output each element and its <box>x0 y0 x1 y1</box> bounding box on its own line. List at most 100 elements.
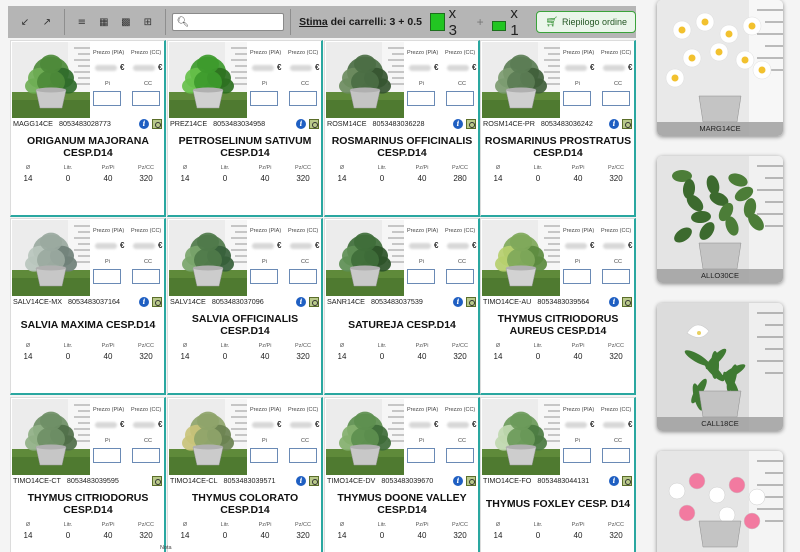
product-card[interactable]: Prezzo (PIA) Prezzo (CC) € € Pi CC TIMO1… <box>480 397 636 552</box>
product-photo[interactable] <box>482 220 560 296</box>
info-icon[interactable]: i <box>609 119 619 129</box>
stock-icon[interactable] <box>309 297 319 307</box>
product-photo[interactable] <box>482 399 560 475</box>
product-name: THYMUS DOONE VALLEY CESP.D14 <box>337 492 467 516</box>
qty-cc-input[interactable] <box>602 448 630 463</box>
list-view-icon[interactable]: ≡ <box>73 13 91 31</box>
qty-pi-input[interactable] <box>563 91 591 106</box>
qty-pi-input[interactable] <box>407 269 435 284</box>
info-icon[interactable]: i <box>453 297 463 307</box>
stock-icon[interactable] <box>622 476 632 486</box>
product-card[interactable]: Prezzo (PIA) Prezzo (CC) € € Pi CC SALV1… <box>10 218 166 395</box>
stima-link[interactable]: Stima <box>299 16 328 28</box>
qty-cc-input[interactable] <box>446 269 474 284</box>
info-icon[interactable]: i <box>296 476 306 486</box>
spec-pzcc-label: Pz/CC <box>295 165 311 171</box>
info-icon[interactable]: i <box>609 297 619 307</box>
product-specs: Ø 14 Litr. 0 Pz/Pi 40 Pz/CC 320 <box>481 522 634 552</box>
spec-litr-value: 0 <box>535 531 541 540</box>
collapse-icon[interactable]: ↙ <box>16 13 34 31</box>
product-photo[interactable] <box>326 42 404 118</box>
product-photo[interactable] <box>12 399 90 475</box>
qty-pi-input[interactable] <box>250 269 278 284</box>
qty-cc-input[interactable] <box>446 448 474 463</box>
product-photo[interactable] <box>169 42 247 118</box>
stock-icon[interactable] <box>466 297 476 307</box>
product-photo[interactable] <box>482 42 560 118</box>
expand-icon[interactable]: ↗ <box>38 13 56 31</box>
product-card[interactable]: Prezzo (PIA) Prezzo (CC) € € Pi CC TIMO1… <box>324 397 480 552</box>
info-icon[interactable]: i <box>139 119 149 129</box>
product-card[interactable]: Prezzo (PIA) Prezzo (CC) € € Pi CC TIMO1… <box>167 397 323 552</box>
product-card[interactable]: Prezzo (PIA) Prezzo (CC) € € Pi CC TIMO1… <box>480 218 636 395</box>
product-name: THYMUS CITRIODORUS AUREUS CESP.D14 <box>497 313 619 337</box>
order-summary-button[interactable]: 🛒︎ Riepilogo ordine <box>536 11 636 33</box>
gallery-thumbnail[interactable]: CALL18CE <box>657 303 783 431</box>
spec-diam-label: Ø <box>495 343 501 349</box>
product-card[interactable]: Prezzo (PIA) Prezzo (CC) € € Pi CC TIMO1… <box>10 397 166 552</box>
qty-pi-input[interactable] <box>250 448 278 463</box>
qty-pi-input[interactable] <box>93 91 121 106</box>
qty-cc-input[interactable] <box>132 448 160 463</box>
qty-pi-input[interactable] <box>93 269 121 284</box>
stock-icon[interactable] <box>152 476 162 486</box>
qty-cc-input[interactable] <box>446 91 474 106</box>
info-icon[interactable]: i <box>296 119 306 129</box>
table-view-icon[interactable]: ⊞ <box>139 13 157 31</box>
grid-view-small-icon[interactable]: ▦ <box>95 13 113 31</box>
product-card[interactable]: Prezzo (PIA) Prezzo (CC) € € Pi CC MAGG1… <box>10 40 166 217</box>
product-photo[interactable] <box>169 220 247 296</box>
info-icon[interactable]: i <box>453 119 463 129</box>
qty-cc-label: CC <box>144 81 152 87</box>
qty-cc-input[interactable] <box>602 91 630 106</box>
product-photo[interactable] <box>12 42 90 118</box>
gallery-thumbnail[interactable]: ALLO30CE <box>657 156 783 283</box>
qty-cc-input[interactable] <box>289 91 317 106</box>
qty-cc-input[interactable] <box>132 269 160 284</box>
product-card[interactable]: Prezzo (PIA) Prezzo (CC) € € Pi CC SALV1… <box>167 218 323 395</box>
stock-icon[interactable] <box>622 119 632 129</box>
info-icon[interactable]: i <box>139 297 149 307</box>
gallery-thumbnail[interactable]: MARG14CE <box>657 0 783 136</box>
product-code: PREZ14CE <box>170 119 208 128</box>
stock-icon[interactable] <box>622 297 632 307</box>
qty-cc-input[interactable] <box>289 448 317 463</box>
spec-pzpi-label: Pz/Pi <box>101 165 115 171</box>
stock-icon[interactable] <box>152 119 162 129</box>
stock-icon[interactable] <box>466 119 476 129</box>
cart-estimate: Stima dei carrelli: 3 + 0.5 <box>299 16 422 28</box>
product-card[interactable]: Prezzo (PIA) Prezzo (CC) € € Pi CC SANR1… <box>324 218 480 395</box>
stock-icon[interactable] <box>466 476 476 486</box>
info-icon[interactable]: i <box>609 476 619 486</box>
spec-pzpi-label: Pz/Pi <box>415 343 429 349</box>
qty-cc-input[interactable] <box>602 269 630 284</box>
product-card[interactable]: Prezzo (PIA) Prezzo (CC) € € Pi CC ROSM1… <box>480 40 636 217</box>
grid-view-icon[interactable]: ▩ <box>117 13 135 31</box>
qty-pi-input[interactable] <box>563 269 591 284</box>
qty-pi-input[interactable] <box>250 91 278 106</box>
product-photo[interactable] <box>12 220 90 296</box>
qty-pi-input[interactable] <box>563 448 591 463</box>
stock-icon[interactable] <box>309 119 319 129</box>
qty-pi-input[interactable] <box>407 448 435 463</box>
spec-pzpi-value: 40 <box>417 531 427 540</box>
spec-pzcc-value: 320 <box>453 352 467 361</box>
search-field[interactable]: 🔍︎ <box>171 13 285 31</box>
product-photo[interactable] <box>326 220 404 296</box>
stock-icon[interactable] <box>309 476 319 486</box>
qty-pi-input[interactable] <box>407 91 435 106</box>
qty-cc-input[interactable] <box>289 269 317 284</box>
product-card[interactable]: Prezzo (PIA) Prezzo (CC) € € Pi CC ROSM1… <box>324 40 480 217</box>
qty-pi-input[interactable] <box>93 448 121 463</box>
info-icon[interactable]: i <box>453 476 463 486</box>
product-photo[interactable] <box>326 399 404 475</box>
info-icon[interactable]: i <box>296 297 306 307</box>
spec-diam-value: 14 <box>493 352 503 361</box>
search-input[interactable] <box>189 15 284 29</box>
stock-icon[interactable] <box>152 297 162 307</box>
gallery-thumbnail[interactable] <box>657 451 783 552</box>
product-photo[interactable] <box>169 399 247 475</box>
product-card[interactable]: Prezzo (PIA) Prezzo (CC) € € Pi CC PREZ1… <box>167 40 323 217</box>
spec-diam-label: Ø <box>339 522 345 528</box>
qty-cc-input[interactable] <box>132 91 160 106</box>
